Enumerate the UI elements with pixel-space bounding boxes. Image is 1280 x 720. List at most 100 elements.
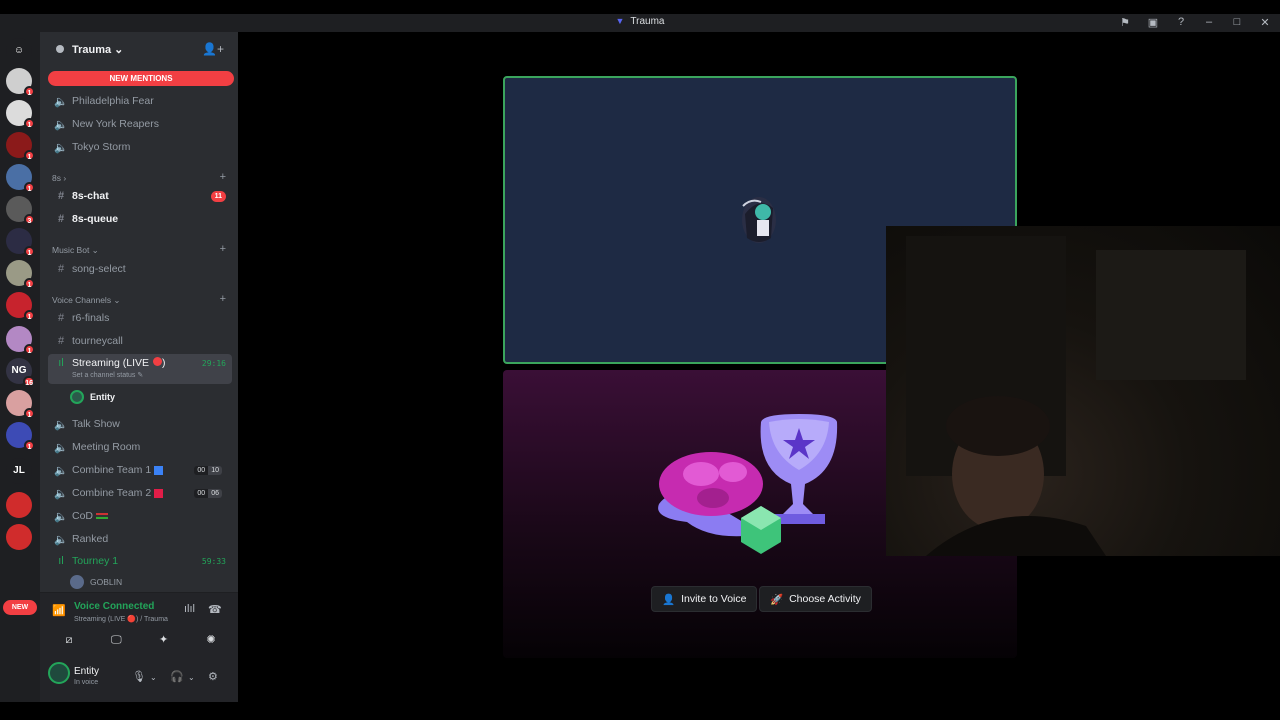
headphones-icon[interactable]: 🎧	[170, 670, 184, 683]
new-servers-pill[interactable]: NEW	[3, 600, 37, 615]
minimize-button[interactable]: –	[1202, 16, 1216, 29]
microphone-icon[interactable]: 🎙	[132, 670, 146, 683]
user-avatar-figure	[742, 197, 776, 243]
mention-badge: 1	[24, 86, 35, 97]
discord-logo-icon: ☺	[13, 45, 25, 56]
mention-badge: 1	[24, 118, 35, 129]
voice-actions: ⧄ 🖵 ✦ ✺	[48, 631, 232, 649]
channel-r6-finals[interactable]: # r6-finals	[48, 308, 232, 328]
guild-header[interactable]: Trauma ⌄ 👤+	[40, 32, 238, 66]
channel-tokyo-storm[interactable]: 🔈 Tokyo Storm	[48, 137, 232, 157]
channel-cod[interactable]: 🔈 CoD	[48, 506, 232, 526]
channel-meeting-room[interactable]: 🔈 Meeting Room	[48, 437, 232, 457]
voice-user-goblin[interactable]: GOBLIN	[70, 574, 220, 590]
webcam-overlay	[886, 226, 1280, 556]
voice-connected-sub[interactable]: Streaming (LIVE 🔴) / Trauma	[74, 615, 168, 623]
avatar[interactable]	[48, 662, 70, 684]
voice-user-entity[interactable]: Entity	[70, 389, 220, 405]
new-mentions-bar[interactable]: NEW MENTIONS	[48, 71, 234, 86]
choose-activity-button[interactable]: 🚀 Choose Activity	[759, 586, 872, 612]
channel-sidebar: Trauma ⌄ 👤+ NEW MENTIONS 🔈 Philadelphia F…	[40, 32, 238, 702]
server-12-icon[interactable]: 1	[6, 422, 35, 451]
channel-status[interactable]: Set a channel status ✎	[72, 371, 143, 379]
channel-song-select[interactable]: # song-select	[48, 259, 232, 279]
guild-name[interactable]: Trauma ⌄	[72, 43, 123, 56]
hash-icon: #	[57, 312, 65, 324]
speaker-icon: 🔈	[54, 441, 68, 454]
help-icon[interactable]: ?	[1174, 16, 1188, 29]
category-voice-channels[interactable]: Voice Channels ⌄	[52, 295, 121, 306]
voice-active-icon: ıl	[58, 555, 64, 567]
titlebar-controls: ⚑ ▣ ? – □ ✕	[1118, 16, 1272, 29]
activities-icon[interactable]: ✦	[143, 631, 185, 649]
server-10-icon[interactable]: NG 16	[6, 358, 35, 387]
avatar	[70, 575, 84, 589]
speaker-icon: 🔈	[54, 464, 68, 477]
voice-connected-title[interactable]: Voice Connected	[74, 601, 154, 612]
gear-icon[interactable]: ⚙	[208, 670, 218, 683]
chevron-down-icon[interactable]: ⌄	[150, 673, 157, 682]
speaker-icon: 🔈	[54, 533, 68, 546]
server-6-icon[interactable]: 1	[6, 228, 35, 257]
create-channel-icon[interactable]: +	[220, 243, 226, 255]
server-2-icon[interactable]: 1	[6, 100, 35, 129]
user-panel: Entity In voice 🎙 ⌄ 🎧 ⌄ ⚙	[40, 652, 238, 702]
server-7-icon[interactable]: 1	[6, 260, 35, 289]
flag-icon[interactable]: ⚑	[1118, 16, 1132, 29]
server-11-icon[interactable]: 1	[6, 390, 35, 419]
channel-tourneycall[interactable]: # tourneycall	[48, 331, 232, 351]
add-member-icon[interactable]: 👤+	[202, 42, 224, 56]
hash-icon: #	[57, 263, 65, 275]
server-1-icon[interactable]: 1	[6, 68, 35, 97]
mention-badge: 1	[24, 278, 35, 289]
user-name[interactable]: Entity	[74, 666, 99, 677]
create-channel-icon[interactable]: +	[220, 171, 226, 183]
server-3-icon[interactable]: 1	[6, 132, 35, 161]
title-bar: ▼ Trauma ⚑ ▣ ? – □ ✕	[0, 14, 1280, 32]
inbox-icon[interactable]: ▣	[1146, 16, 1160, 29]
channel-timer: 59:33	[201, 556, 226, 566]
category-music-bot[interactable]: Music Bot ⌄	[52, 245, 99, 256]
server-13-icon[interactable]: JL	[6, 458, 32, 484]
invite-to-voice-button[interactable]: 👤 Invite to Voice	[651, 586, 758, 612]
mention-badge: 1	[24, 440, 35, 451]
category-8s[interactable]: 8s ›	[52, 173, 66, 183]
speaker-icon: 🔈	[54, 510, 68, 523]
discord-home-icon[interactable]: ☺	[6, 38, 32, 64]
channel-new-york-reapers[interactable]: 🔈 New York Reapers	[48, 114, 232, 134]
chevron-down-icon[interactable]: ⌄	[188, 673, 195, 682]
server-14-icon[interactable]	[6, 492, 32, 518]
signal-icon[interactable]: 📶	[52, 604, 66, 617]
server-8-icon[interactable]: 1	[6, 292, 35, 321]
server-9-icon[interactable]: 1	[6, 326, 35, 355]
maximize-button[interactable]: □	[1230, 16, 1244, 29]
speaker-icon: 🔈	[54, 487, 68, 500]
flag-icon	[96, 513, 109, 519]
channel-philadelphia-fear[interactable]: 🔈 Philadelphia Fear	[48, 91, 232, 111]
server-4-icon[interactable]: 1	[6, 164, 35, 193]
trophy-illustration	[658, 414, 838, 554]
server-15-icon[interactable]	[6, 524, 32, 550]
red-square-icon	[154, 488, 164, 498]
channel-streaming-live[interactable]: ıl Streaming (LIVE ) 29:16 Set a channel…	[48, 354, 232, 384]
disconnect-icon[interactable]: ☎	[208, 603, 222, 616]
channel-8s-chat[interactable]: #8s-chat 11	[48, 186, 232, 206]
channel-combine-team-1[interactable]: 🔈 Combine Team 1 00 10	[48, 460, 232, 480]
server-5-icon[interactable]: 3	[6, 196, 35, 225]
channel-talk-show[interactable]: 🔈 Talk Show	[48, 414, 232, 434]
channel-8s-queue[interactable]: #8s-queue	[48, 209, 232, 229]
screen-share-icon[interactable]: 🖵	[95, 631, 137, 649]
create-channel-icon[interactable]: +	[220, 293, 226, 305]
noise-suppression-icon[interactable]: ılıl	[184, 603, 195, 615]
window-title: ▼ Trauma	[615, 16, 665, 27]
blue-square-icon	[154, 465, 164, 475]
channel-timer: 29:16	[201, 359, 226, 368]
channel-ranked[interactable]: 🔈 Ranked	[48, 529, 232, 549]
speaker-icon: 🔈	[54, 141, 68, 154]
close-button[interactable]: ✕	[1258, 16, 1272, 29]
channel-tourney-1[interactable]: ıl Tourney 1 59:33	[48, 551, 232, 571]
camera-off-icon[interactable]: ⧄	[48, 631, 90, 649]
soundboard-icon[interactable]: ✺	[190, 631, 232, 649]
channel-combine-team-2[interactable]: 🔈 Combine Team 2 00 06	[48, 483, 232, 503]
mention-badge: 1	[24, 310, 35, 321]
